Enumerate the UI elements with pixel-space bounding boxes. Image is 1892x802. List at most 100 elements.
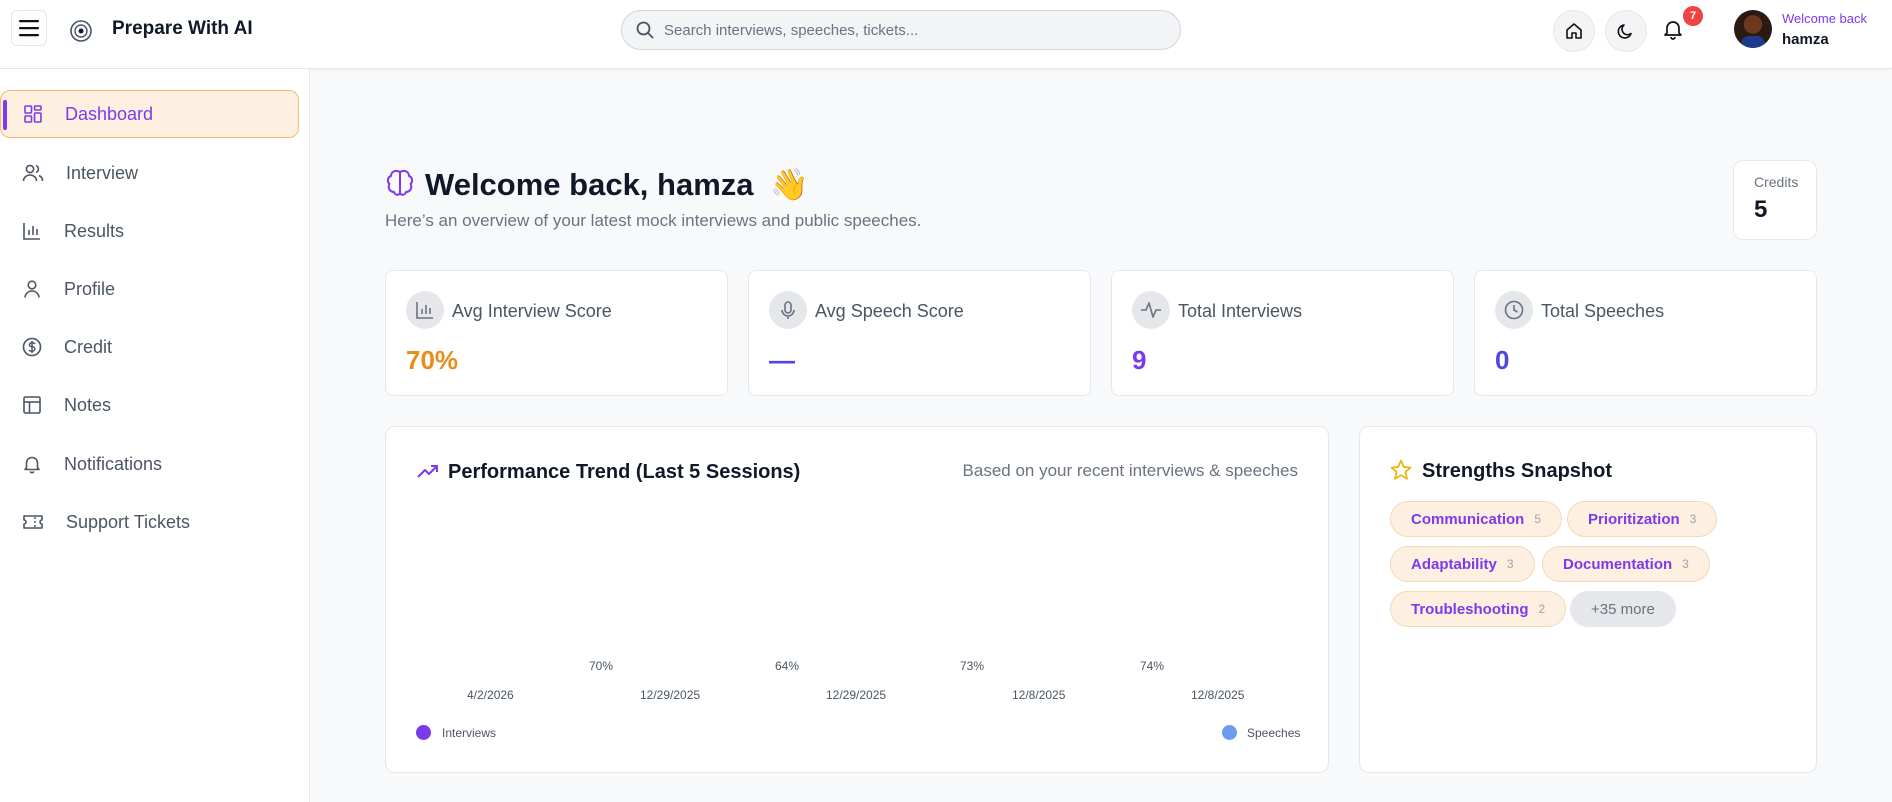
sidebar-item-label: Support Tickets [66, 511, 191, 532]
strength-tag-count: 3 [1506, 557, 1514, 571]
avatar[interactable] [1734, 10, 1772, 48]
legend-label-speeches[interactable]: Speeches [1247, 726, 1300, 740]
welcome-label: Welcome back [1782, 11, 1868, 26]
strengths-title: Strengths Snapshot [1422, 460, 1613, 482]
performance-trend-panel: Performance Trend (Last 5 Sessions) Base… [385, 426, 1329, 773]
strength-tag[interactable]: Documentation 3 [1542, 546, 1710, 582]
strength-tag-count: 5 [1534, 512, 1542, 526]
credits-card: Credits 5 [1733, 160, 1817, 240]
strength-tag-label: Adaptability [1411, 555, 1497, 573]
stat-value: 9 [1132, 345, 1147, 375]
strengths-snapshot-panel: Strengths Snapshot Communication 5 Prior… [1359, 426, 1817, 773]
search-icon [636, 21, 654, 39]
chart-value-label: 74% [1140, 659, 1165, 673]
clock-icon [1504, 300, 1524, 320]
credits-value: 5 [1754, 196, 1768, 223]
app-title: Prepare With AI [112, 18, 253, 39]
strength-tag[interactable]: Communication 5 [1390, 501, 1563, 537]
sidebar-item-results[interactable]: Results [0, 207, 299, 255]
sidebar-item-interview[interactable]: Interview [0, 149, 299, 197]
stat-label: Avg Speech Score [815, 301, 964, 321]
performance-note: Based on your recent interviews & speech… [962, 461, 1298, 480]
activity-icon [1141, 302, 1161, 318]
stat-card-total-interviews: Total Interviews 9 [1111, 270, 1454, 396]
stat-value: 0 [1495, 345, 1510, 375]
menu-toggle-button[interactable] [11, 10, 47, 46]
strength-tag-count: 2 [1538, 602, 1546, 616]
sidebar-item-support-tickets[interactable]: Support Tickets [0, 498, 299, 546]
chart-date-label: 12/8/2025 [1012, 688, 1066, 702]
stat-label: Total Speeches [1541, 301, 1665, 321]
microphone-icon [781, 301, 795, 319]
bell-icon [1664, 21, 1682, 40]
sidebar-item-dashboard[interactable]: Dashboard [0, 90, 299, 138]
sidebar-item-label: Interview [66, 162, 139, 183]
app-logo-icon [70, 20, 92, 42]
sidebar-item-notes[interactable]: Notes [0, 381, 299, 429]
bar-chart-icon [23, 223, 40, 240]
chart-date-label: 4/2/2026 [467, 688, 514, 702]
sidebar-item-credit[interactable]: Credit [0, 323, 299, 371]
legend-dot-speeches [1222, 725, 1237, 740]
chart-value-label: 73% [960, 659, 985, 673]
strength-tag-label: Communication [1411, 510, 1525, 528]
greeting-text: Welcome back, hamza [425, 167, 754, 202]
theme-toggle-button[interactable] [1605, 10, 1647, 52]
wave-emoji: 👋 [770, 167, 809, 203]
credits-label: Credits [1754, 174, 1799, 190]
strength-tag[interactable]: Adaptability 3 [1390, 546, 1535, 582]
page-title: Welcome back, hamza 👋 [425, 166, 809, 203]
chart-value-label: 64% [775, 659, 800, 673]
sidebar-item-label: Notes [64, 394, 112, 415]
home-icon [1566, 23, 1582, 39]
stat-label: Avg Interview Score [452, 301, 612, 321]
strength-tag-count: 3 [1689, 512, 1697, 526]
strength-tag-count: 3 [1682, 557, 1689, 571]
bell-icon [24, 456, 40, 474]
legend-label-interviews[interactable]: Interviews [442, 726, 496, 740]
sidebar-item-notifications[interactable]: Notifications [0, 440, 299, 488]
stat-card-avg-speech-score: Avg Speech Score — [748, 270, 1091, 396]
strength-tag[interactable]: Troubleshooting 2 [1390, 591, 1567, 627]
sidebar-item-profile[interactable]: Profile [0, 265, 299, 313]
dashboard-icon [24, 105, 42, 123]
search-bar[interactable] [621, 10, 1181, 50]
star-icon [1390, 459, 1412, 480]
user-icon [24, 280, 40, 298]
search-input[interactable] [664, 21, 1144, 39]
strength-tag-label: Troubleshooting [1411, 600, 1529, 618]
legend-dot-interviews [416, 725, 431, 740]
performance-title: Performance Trend (Last 5 Sessions) [448, 461, 801, 483]
trending-up-icon [417, 465, 438, 478]
hamburger-menu-icon [19, 20, 39, 37]
moon-icon [1617, 24, 1632, 39]
sidebar-item-label: Dashboard [65, 103, 154, 124]
sidebar-item-label: Credit [64, 336, 113, 357]
chart-date-label: 12/8/2025 [1191, 688, 1245, 702]
table-icon [23, 396, 41, 414]
stat-card-total-speeches: Total Speeches 0 [1474, 270, 1817, 396]
notification-count-badge: 7 [1683, 6, 1703, 26]
sidebar-item-label: Notifications [64, 453, 163, 474]
user-name: hamza [1782, 31, 1829, 48]
strength-tag[interactable]: Prioritization 3 [1567, 501, 1718, 537]
sidebar: Dashboard Interview Results Profile Cred… [0, 69, 310, 802]
ticket-icon [23, 515, 43, 529]
chart-date-label: 12/29/2025 [640, 688, 701, 702]
sidebar-item-label: Profile [64, 278, 116, 299]
stat-value: — [769, 345, 795, 375]
stat-card-avg-interview-score: Avg Interview Score 70% [385, 270, 728, 396]
home-button[interactable] [1553, 10, 1595, 52]
stat-value: 70% [406, 345, 459, 375]
stat-label: Total Interviews [1178, 301, 1303, 321]
more-strengths-button[interactable]: +35 more [1570, 591, 1676, 627]
users-icon [22, 164, 44, 182]
strength-tag-label: Documentation [1563, 555, 1673, 573]
brain-icon [386, 169, 414, 196]
more-strengths-label: +35 more [1591, 600, 1655, 618]
chart-value-label: 70% [589, 659, 614, 673]
bar-chart-icon [416, 302, 433, 319]
chart-date-label: 12/29/2025 [826, 688, 887, 702]
top-header: Prepare With AI 7 Welcome back hamza [0, 0, 1892, 69]
sidebar-item-label: Results [64, 220, 125, 241]
